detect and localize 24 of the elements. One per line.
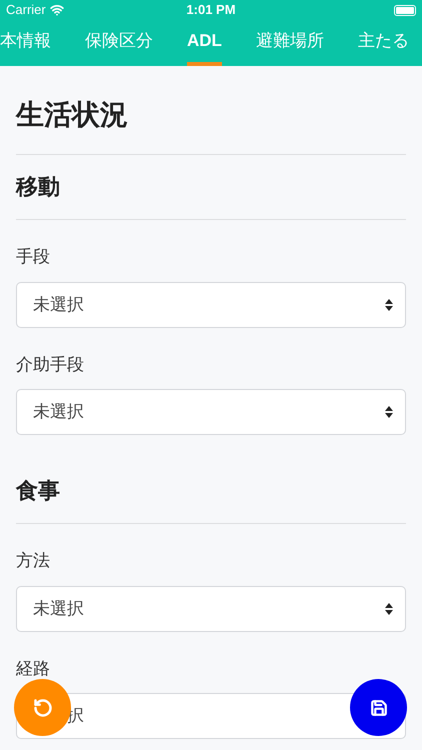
wifi-icon bbox=[50, 3, 64, 17]
tab[interactable]: 保険区分 bbox=[85, 20, 153, 66]
status-time: 1:01 PM bbox=[186, 1, 236, 20]
sort-icon bbox=[385, 406, 393, 418]
field-label: 経路 bbox=[16, 658, 51, 680]
section-title: 食事 bbox=[16, 477, 61, 505]
select-field[interactable]: 未選択 bbox=[16, 389, 406, 435]
tab[interactable]: ADL bbox=[187, 20, 222, 66]
undo-icon bbox=[32, 698, 52, 718]
field-label: 方法 bbox=[16, 550, 51, 572]
sort-icon bbox=[385, 298, 393, 310]
tab[interactable]: 主たる bbox=[358, 20, 409, 66]
carrier-label: Carrier bbox=[6, 1, 46, 20]
field-label: 介助手段 bbox=[16, 354, 85, 376]
select-field[interactable]: 未選択 bbox=[16, 282, 406, 328]
field-label: 手段 bbox=[16, 246, 51, 268]
sort-icon bbox=[385, 602, 393, 614]
save-icon bbox=[370, 698, 388, 716]
tab[interactable]: 避難場所 bbox=[256, 20, 324, 66]
select-field[interactable]: 未選択 bbox=[16, 586, 406, 632]
page-title: 生活状況 bbox=[16, 98, 129, 132]
tab[interactable]: 本情報 bbox=[0, 20, 51, 66]
section-title: 移動 bbox=[16, 173, 61, 201]
battery-icon bbox=[394, 4, 416, 16]
